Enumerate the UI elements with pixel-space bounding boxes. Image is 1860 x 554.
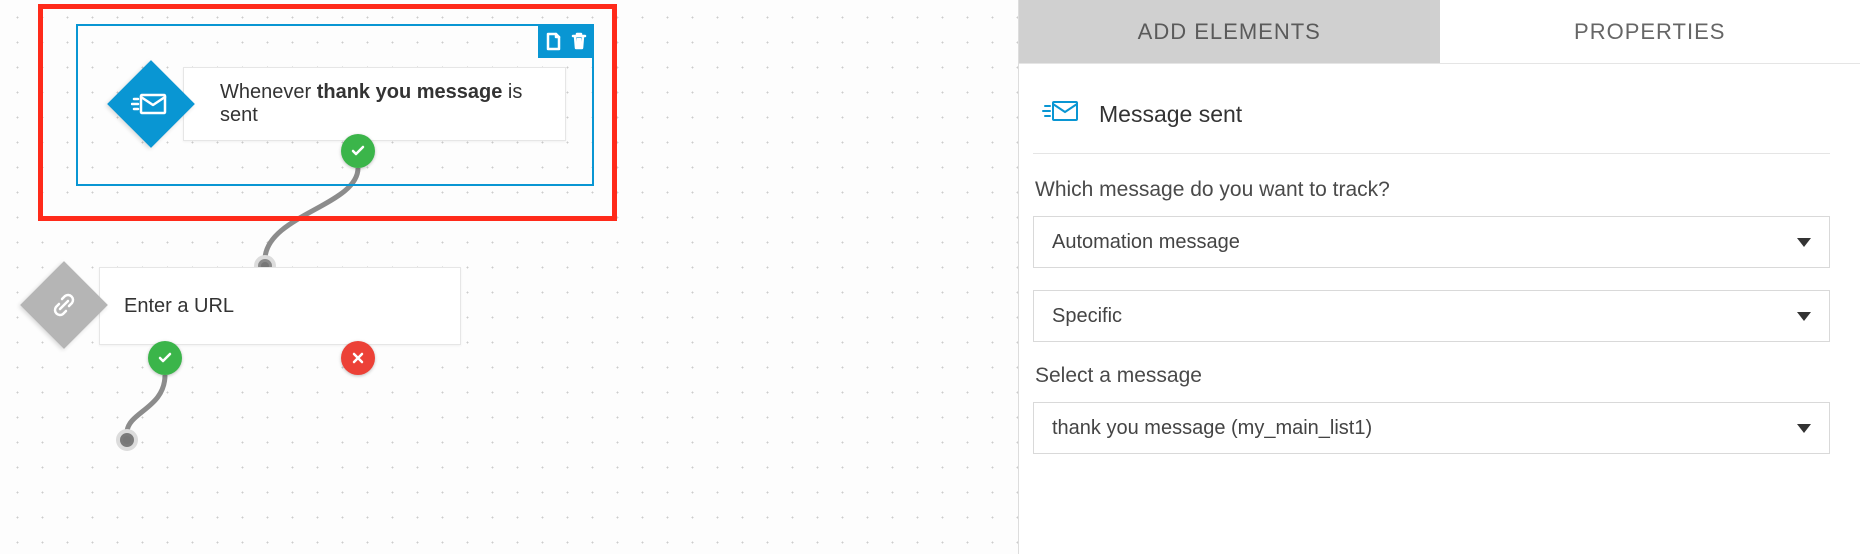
trigger-success-port[interactable] xyxy=(341,134,375,168)
message-type-select[interactable]: Automation message xyxy=(1033,216,1830,268)
message-value: thank you message (my_main_list1) xyxy=(1052,417,1372,440)
panel-body: Message sent Which message do you want t… xyxy=(1019,64,1860,554)
scope-value: Specific xyxy=(1052,305,1122,328)
trigger-text: Whenever thank you message is sent xyxy=(220,81,565,127)
chevron-down-icon xyxy=(1797,238,1811,247)
url-fail-port[interactable] xyxy=(341,341,375,375)
chevron-down-icon xyxy=(1797,424,1811,433)
link-icon xyxy=(21,262,107,348)
duplicate-node-button[interactable] xyxy=(544,31,562,51)
url-card[interactable]: Enter a URL xyxy=(99,267,461,345)
connector-port[interactable] xyxy=(116,429,138,451)
automation-canvas[interactable]: Whenever thank you message is sent Enter… xyxy=(0,0,1019,554)
tab-properties[interactable]: PROPERTIES xyxy=(1440,0,1860,63)
right-panel: ADD ELEMENTS PROPERTIES Message sent Whi… xyxy=(1019,0,1860,554)
chevron-down-icon xyxy=(1797,312,1811,321)
url-node-label: Enter a URL xyxy=(124,295,234,318)
trigger-card[interactable]: Whenever thank you message is sent xyxy=(183,67,566,141)
track-question-label: Which message do you want to track? xyxy=(1033,178,1830,202)
url-success-port[interactable] xyxy=(148,341,182,375)
message-sent-icon xyxy=(108,61,194,147)
delete-node-button[interactable] xyxy=(570,31,588,51)
scope-select[interactable]: Specific xyxy=(1033,290,1830,342)
message-type-value: Automation message xyxy=(1052,231,1240,254)
tab-add-elements[interactable]: ADD ELEMENTS xyxy=(1019,0,1440,63)
node-toolbar xyxy=(538,24,594,58)
message-sent-icon xyxy=(1041,98,1081,131)
select-message-label: Select a message xyxy=(1033,364,1830,388)
url-node[interactable]: Enter a URL xyxy=(27,267,461,345)
trigger-node[interactable]: Whenever thank you message is sent xyxy=(108,67,566,141)
section-title: Message sent xyxy=(1099,101,1242,128)
panel-tabs: ADD ELEMENTS PROPERTIES xyxy=(1019,0,1860,64)
section-header: Message sent xyxy=(1033,98,1830,154)
message-select[interactable]: thank you message (my_main_list1) xyxy=(1033,402,1830,454)
